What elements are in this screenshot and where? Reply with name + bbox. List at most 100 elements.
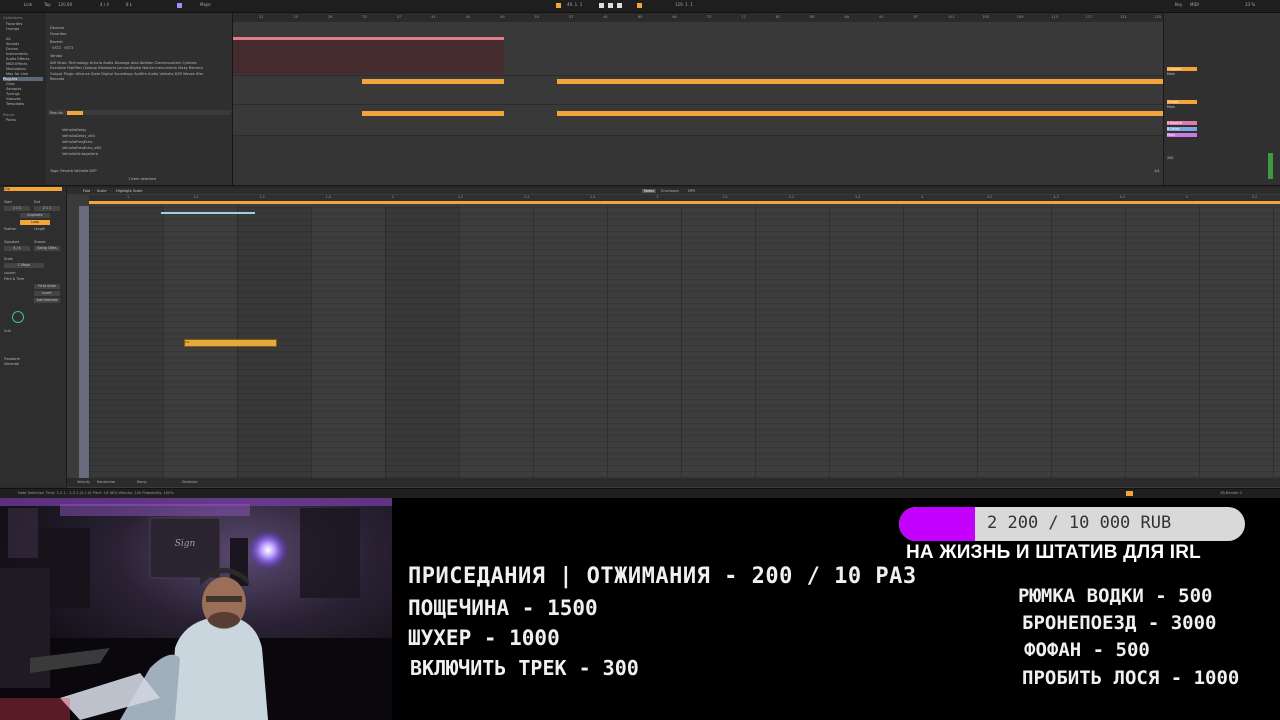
audio-clip[interactable] — [233, 40, 504, 74]
midi-map-button[interactable]: MIDI — [1190, 2, 1199, 7]
tab-envelopes[interactable]: Envelopes — [661, 189, 679, 193]
invert-button[interactable]: Invert — [34, 291, 60, 296]
sidebar-item-max-for-live[interactable]: Max for Live — [6, 72, 28, 76]
result-item[interactable]: ValhallaDelay_x64 — [62, 134, 95, 138]
arrangement-ruler[interactable]: 21 25 29 33 37 41 45 49 53 57 61 65 69 73 77 81 85 89 93 97… — [233, 13, 1163, 22]
result-item[interactable]: ValhallaVintageVerb — [62, 152, 98, 156]
sidebar-item-grooves[interactable]: Grooves — [6, 97, 21, 101]
time-signature-field[interactable]: 4 / 4 — [100, 2, 109, 7]
highlight-scale-button[interactable]: Highlight Scale — [116, 189, 142, 193]
end-field[interactable]: 2 1 1 — [34, 206, 60, 211]
stop-icon[interactable] — [608, 3, 613, 8]
key-map-button[interactable]: Key — [1175, 2, 1182, 7]
result-item[interactable]: ValhallaFreqEcho_x64 — [62, 146, 101, 150]
sidebar-item-all[interactable]: All — [6, 37, 10, 41]
deviation-button[interactable]: Deviation — [182, 480, 198, 484]
donation-menu-item: ПОЩЕЧИНА - 1500 — [408, 596, 598, 620]
follow-icon[interactable] — [556, 3, 561, 8]
sidebar-item-clips[interactable]: Clips — [6, 82, 15, 86]
return-tracks-area[interactable] — [233, 136, 1163, 185]
sidebar-item-audio-effects[interactable]: Audio Effects — [6, 57, 30, 61]
sidebar-item-packs[interactable]: Packs — [6, 118, 16, 122]
overdub-icon[interactable] — [637, 3, 642, 8]
sidebar-item-sounds[interactable]: Sounds — [6, 42, 19, 46]
tab-mpe[interactable]: MPE — [688, 189, 695, 193]
sidebar-item-drums[interactable]: Drums — [6, 47, 18, 51]
midi-note-editor[interactable]: Fold Scale Highlight Scale Notes Envelop… — [67, 188, 1280, 488]
master-volume[interactable]: 200 — [1167, 156, 1277, 160]
groove-menu[interactable]: Swing 16ths — [34, 246, 60, 251]
song-position-field[interactable]: 49. 1. 1 — [567, 2, 582, 7]
ramp-button[interactable]: Ramp — [137, 480, 147, 484]
sidebar-item-plug-ins[interactable]: Plug-Ins — [3, 77, 43, 81]
signature-field[interactable]: 4 / 4 — [4, 246, 30, 251]
scale-toggle-icon[interactable] — [177, 3, 182, 8]
vst2-filter[interactable]: VST2 — [52, 46, 61, 50]
vendor-tags[interactable]: AIR Music Technology Arturia Audio Damag… — [50, 61, 210, 83]
track-output[interactable]: Main — [1167, 105, 1277, 109]
sidebar-item-favorites[interactable]: Favorites — [6, 22, 22, 26]
ruler-label: 73 — [706, 15, 712, 19]
fit-to-scale-button[interactable]: Fit to Scale — [34, 284, 60, 289]
track-lane-drums[interactable] — [233, 76, 1163, 105]
section-generate[interactable]: Generate — [4, 362, 19, 366]
track-header[interactable]: 3 Lead — [1167, 100, 1197, 104]
play-icon[interactable] — [599, 3, 604, 8]
link-button[interactable]: Link — [24, 2, 32, 7]
duplicate-button[interactable]: Duplicate — [20, 213, 50, 218]
transpose-knob-icon[interactable] — [12, 311, 24, 323]
midi-clip[interactable] — [362, 111, 504, 116]
status-text: Note Selection Time: 1.2.1 - 1.3.1 (0.1.… — [18, 491, 174, 495]
track-output[interactable]: Main — [1167, 72, 1277, 76]
tags-bar[interactable]: Tags: Reverb Valhalla DSP — [50, 169, 97, 173]
track-lane-audio[interactable] — [233, 23, 1163, 76]
devices-tab[interactable]: Devices — [50, 26, 64, 30]
track-lane-lead[interactable] — [233, 105, 1163, 136]
tab-notes[interactable]: Notes — [642, 189, 657, 193]
note-grid[interactable]: C4 — [89, 206, 1280, 478]
record-icon[interactable] — [617, 3, 622, 8]
clip-title[interactable]: Clip — [4, 187, 62, 191]
sidebar-item-midi-effects[interactable]: MIDI Effects — [6, 62, 27, 66]
fold-button[interactable]: Fold — [83, 189, 90, 193]
quantize-menu[interactable]: 8 L — [126, 2, 132, 7]
section-launch[interactable]: Launch — [4, 271, 16, 275]
arrangement-view[interactable]: 21 25 29 33 37 41 45 49 53 57 61 65 69 73 77 81 85 89 93 97… — [233, 13, 1163, 185]
favorites-filter[interactable]: Favorites — [50, 32, 66, 36]
filter-chip[interactable] — [67, 111, 83, 115]
midi-note[interactable]: C4 — [184, 339, 277, 347]
loop-brace[interactable] — [89, 201, 1280, 204]
sidebar-item-modulators[interactable]: Modulators — [6, 67, 26, 71]
tap-button[interactable]: Tap — [44, 2, 51, 7]
sidebar-item-tunings[interactable]: Tunings — [6, 92, 20, 96]
result-item[interactable]: ValhallaDelay — [62, 128, 86, 132]
main-track-header[interactable]: Main — [1167, 133, 1197, 137]
tempo-field[interactable]: 120.00 — [58, 2, 72, 7]
sidebar-item-templates[interactable]: Templates — [6, 102, 24, 106]
sidebar-item-samples[interactable]: Samples — [6, 87, 21, 91]
randomize-button[interactable]: Randomize — [97, 480, 115, 484]
result-item[interactable]: ValhallaFreqEcho — [62, 140, 92, 144]
midi-clip[interactable] — [557, 111, 1163, 116]
scale-button[interactable]: Scale — [97, 189, 106, 193]
sidebar-item-orange[interactable]: Orange — [6, 27, 19, 31]
return-track-header[interactable]: B Delay — [1167, 127, 1197, 131]
track-header[interactable]: 2 Drums — [1167, 67, 1197, 71]
return-track-header[interactable]: A Reverb — [1167, 121, 1197, 125]
section-pitch-time[interactable]: Pitch & Time — [4, 277, 24, 281]
velocity-label[interactable]: Velocity — [77, 480, 90, 484]
midi-clip[interactable] — [362, 79, 504, 84]
sidebar-item-instruments[interactable]: Instruments — [6, 52, 28, 56]
add-intervals-button[interactable]: Add Intervals — [34, 298, 60, 303]
vst3-filter[interactable]: VST3 — [64, 46, 73, 50]
midi-clip[interactable] — [557, 79, 1163, 84]
loop-length-field[interactable]: 129. 1. 1 — [675, 2, 693, 7]
loop-button[interactable]: Loop — [20, 220, 50, 225]
section-transform[interactable]: Transform — [4, 357, 20, 361]
piano-keys[interactable] — [79, 206, 89, 478]
vendor-filter[interactable]: Vendor — [50, 54, 63, 58]
scale-menu[interactable]: C Major — [4, 263, 44, 268]
scale-menu[interactable]: Major — [200, 2, 211, 7]
reverb-filter[interactable]: Reverb — [50, 40, 63, 44]
start-field[interactable]: 1 1 1 — [4, 206, 30, 211]
